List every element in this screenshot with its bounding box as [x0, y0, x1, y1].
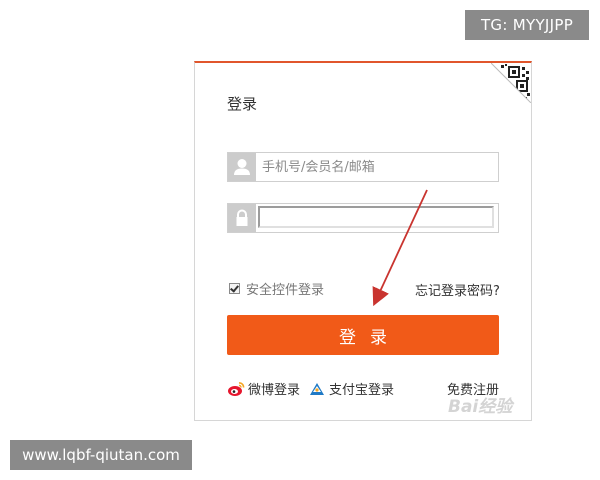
forgot-password-link[interactable]: 忘记登录密码? — [415, 280, 500, 299]
password-field[interactable] — [227, 203, 499, 233]
lock-icon — [236, 209, 248, 226]
qr-code-icon — [491, 63, 531, 103]
alipay-icon — [310, 382, 325, 395]
third-party-login-row: 微博登录 支付宝登录 — [227, 379, 402, 398]
lock-icon-box — [228, 204, 256, 232]
user-icon — [234, 159, 250, 175]
username-field[interactable] — [227, 152, 499, 182]
tg-watermark: TG: MYYJJPP — [465, 10, 589, 40]
alipay-login-link[interactable]: 支付宝登录 — [308, 379, 394, 398]
safe-control-toggle[interactable]: 安全控件登录 — [229, 279, 324, 298]
safe-control-checkbox[interactable] — [229, 283, 240, 294]
weibo-login-label: 微博登录 — [248, 383, 301, 398]
site-watermark: www.lqbf-qiutan.com — [10, 440, 192, 470]
login-button[interactable]: 登录 — [227, 315, 499, 355]
user-icon-box — [228, 153, 256, 181]
username-input[interactable] — [262, 156, 492, 178]
password-control-frame — [258, 206, 494, 228]
alipay-login-label: 支付宝登录 — [329, 383, 395, 398]
weibo-login-link[interactable]: 微博登录 — [227, 379, 300, 398]
password-input[interactable] — [264, 209, 484, 225]
qr-code-corner-button[interactable] — [491, 63, 531, 103]
safe-control-label: 安全控件登录 — [246, 283, 325, 298]
screenshot-page: TG: MYYJJPP 登录 手机号/会员名/邮箱 安全控件登录 忘记登录密码?… — [0, 0, 600, 480]
register-link[interactable]: 免费注册 — [447, 379, 499, 398]
login-title: 登录 — [227, 95, 258, 113]
login-panel: 登录 安全控件登录 忘 — [194, 61, 532, 421]
weibo-icon — [228, 381, 245, 396]
